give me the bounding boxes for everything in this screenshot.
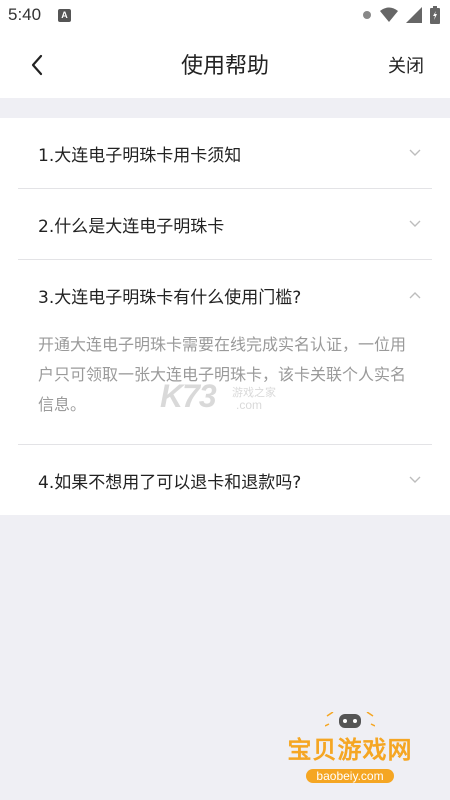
k73-watermark-logo: K73 (160, 378, 217, 414)
faq-question-label: 2.什么是大连电子明珠卡 (38, 216, 225, 237)
faq-item: 1.大连电子明珠卡用卡须知 (18, 118, 432, 189)
k73-watermark: K73 游戏之家 .com (160, 378, 300, 418)
faq-question-label: 1.大连电子明珠卡用卡须知 (38, 145, 242, 166)
faq-question[interactable]: 1.大连电子明珠卡用卡须知 (18, 118, 432, 188)
status-bar: 5:40 A (0, 0, 450, 32)
chevron-up-icon (409, 292, 421, 299)
faq-question[interactable]: 4.如果不想用了可以退卡和退款吗? (18, 445, 432, 515)
gamepad-icon (325, 712, 375, 728)
status-icons (362, 6, 440, 24)
faq-item: 4.如果不想用了可以退卡和退款吗? (18, 445, 432, 515)
faq-question[interactable]: 3.大连电子明珠卡有什么使用门槛? (18, 260, 432, 330)
faq-question-label: 3.大连电子明珠卡有什么使用门槛? (38, 287, 302, 308)
signal-icon (406, 7, 422, 23)
wifi-icon (380, 7, 398, 22)
chevron-down-icon (409, 149, 421, 156)
nav-bar: 使用帮助 关闭 (0, 32, 450, 98)
chevron-down-icon (409, 476, 421, 483)
baobei-watermark-title: 宝贝游戏网 (287, 736, 413, 764)
page-title: 使用帮助 (180, 54, 269, 79)
baobei-watermark-domain: baobeiy.com (306, 769, 394, 783)
settings-dot-icon (363, 11, 371, 19)
chevron-down-icon (409, 220, 421, 227)
baobei-watermark: 宝贝游戏网 baobeiy.com (270, 712, 430, 792)
faq-question[interactable]: 2.什么是大连电子明珠卡 (18, 189, 432, 259)
section-gap (0, 98, 450, 118)
battery-icon (430, 6, 440, 24)
status-time: 5:40 (8, 5, 42, 24)
app-notification-icon: A (58, 9, 71, 22)
faq-question-label: 4.如果不想用了可以退卡和退款吗? (38, 472, 302, 493)
faq-list: 1.大连电子明珠卡用卡须知 2.什么是大连电子明珠卡 3.大连电子明珠卡有什么使… (0, 118, 450, 515)
k73-watermark-domain: .com (236, 398, 263, 412)
faq-item: 2.什么是大连电子明珠卡 (18, 189, 432, 260)
close-button[interactable]: 关闭 (388, 52, 424, 78)
